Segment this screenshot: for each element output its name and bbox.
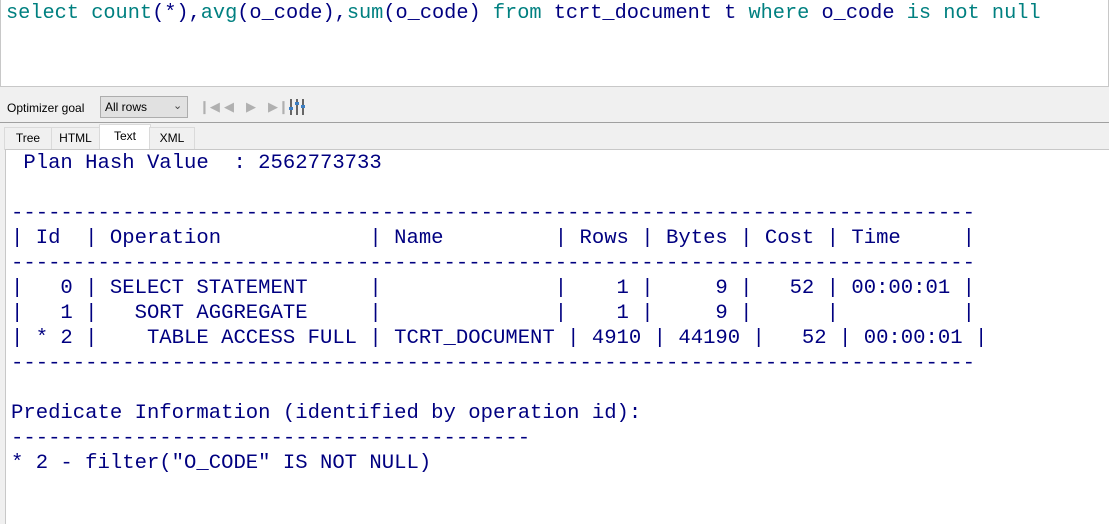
columns-settings-icon[interactable] — [289, 99, 305, 115]
sql-token: tcrt_document t — [541, 2, 749, 25]
plan-line: Predicate Information (identified by ope… — [11, 402, 642, 425]
tab-tree[interactable]: Tree — [4, 127, 52, 150]
tab-html[interactable]: HTML — [51, 127, 100, 150]
last-icon[interactable]: ▶❙ — [268, 99, 289, 115]
plan-line: | 0 | SELECT STATEMENT | | 1 | 9 | 52 | … — [11, 277, 975, 300]
plan-line — [11, 376, 987, 401]
chevron-down-icon: ⌄ — [173, 100, 183, 112]
previous-icon[interactable]: ◀ — [224, 99, 234, 115]
plan-line: ----------------------------------------… — [11, 252, 975, 275]
sql-keyword: where — [748, 2, 810, 25]
sql-text[interactable]: select count(*),avg(o_code),sum(o_code) … — [6, 2, 1041, 25]
execution-plan-text: Plan Hash Value : 2562773733 -----------… — [11, 151, 987, 476]
plan-line: | 1 | SORT AGGREGATE | | 1 | 9 | | | — [11, 302, 975, 325]
sql-keyword: sum — [346, 2, 384, 25]
tab-text[interactable]: Text — [99, 124, 151, 150]
view-tabs: Tree HTML Text XML — [0, 122, 1109, 150]
plan-line: ----------------------------------------… — [11, 352, 975, 375]
optimizer-goal-select[interactable]: All rows ⌄ — [100, 96, 188, 118]
sql-keyword: avg — [200, 2, 238, 25]
sql-token: (o_code) — [383, 2, 493, 25]
sql-editor[interactable]: select count(*),avg(o_code),sum(o_code) … — [0, 0, 1109, 87]
plan-line: * 2 - filter("O_CODE" IS NOT NULL) — [11, 452, 432, 475]
plan-line: ----------------------------------------… — [11, 427, 531, 450]
plan-text-panel[interactable]: Plan Hash Value : 2562773733 -----------… — [5, 149, 1109, 524]
next-icon[interactable]: ▶ — [246, 99, 256, 115]
sql-keyword: null — [991, 2, 1041, 25]
plan-line: | Id | Operation | Name | Rows | Bytes |… — [11, 227, 975, 250]
plan-line: | * 2 | TABLE ACCESS FULL | TCRT_DOCUMEN… — [11, 327, 988, 350]
optimizer-goal-label: Optimizer goal — [7, 101, 85, 115]
sql-keyword: count — [91, 2, 153, 25]
sql-keyword: select — [6, 2, 80, 25]
sql-keyword: from — [492, 2, 542, 25]
sql-keyword: not — [943, 2, 980, 25]
plan-line: Plan Hash Value : 2562773733 — [11, 152, 382, 175]
plan-line: ----------------------------------------… — [11, 202, 975, 225]
sql-token: (*), — [152, 2, 201, 25]
sql-token: o_code — [809, 2, 907, 25]
sql-token: (o_code), — [237, 2, 347, 25]
plan-line — [11, 176, 987, 201]
sql-keyword: is — [906, 2, 932, 25]
optimizer-goal-value: All rows — [105, 100, 148, 114]
plan-toolbar: Optimizer goal All rows ⌄ ❙◀ ◀ ▶ ▶❙ — [0, 95, 1109, 121]
first-icon[interactable]: ❙◀ — [199, 99, 220, 115]
tab-xml[interactable]: XML — [149, 127, 195, 150]
